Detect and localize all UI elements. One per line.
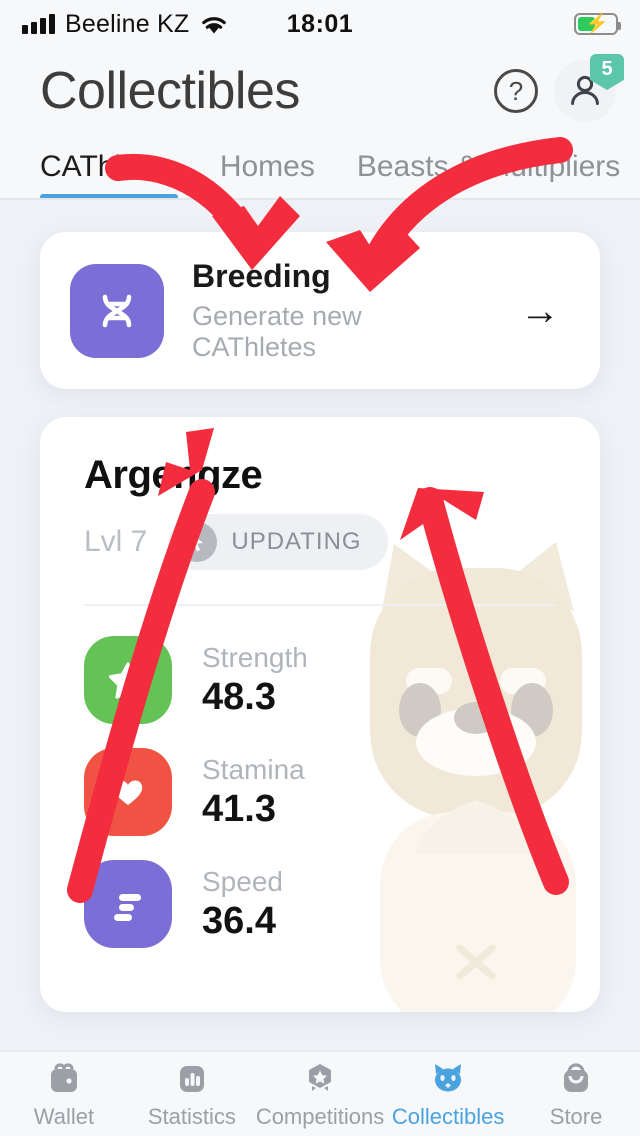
breeding-title: Breeding [192,258,331,294]
bar-chart-icon [179,1066,204,1092]
cathlete-card[interactable]: Argengze Lvl 7 UPDATING Strength 48.3 St… [40,417,600,1012]
nav-label: Wallet [33,1104,95,1129]
app-screen: Beeline KZ 18:01 ⚡ Collectibles ? 5 CATh… [0,0,640,1136]
tab-bar: CAThletes Homes Beasts & Multipliers [0,132,640,200]
breeding-card[interactable]: Breeding Generate new CAThletes → [40,232,600,389]
nav-label: Statistics [147,1104,236,1129]
stat-value: 48.3 [202,675,276,718]
stat-label: Speed [202,865,283,897]
cathlete-meta: Lvl 7 UPDATING [84,514,556,570]
breeding-subtitle: Generate new CAThletes [192,301,362,362]
heart-icon [84,748,172,836]
page-title: Collectibles [40,62,300,120]
cathlete-header: Argengze Lvl 7 UPDATING [40,453,600,570]
stat-value: 41.3 [202,787,276,830]
status-badge-label: UPDATING [231,528,362,555]
nav-item-competitions[interactable]: Competitions [256,1058,384,1130]
nav-label: Collectibles [391,1104,505,1129]
nav-item-store[interactable]: Store [512,1058,640,1130]
tab-beasts-multipliers[interactable]: Beasts & Multipliers [357,150,620,198]
help-icon[interactable]: ? [494,69,538,113]
wallet-icon [50,1063,77,1092]
stat-row: Stamina 41.3 [84,748,556,836]
medal-star-icon [309,1064,331,1091]
battery-charging-icon: ⚡ [574,13,621,35]
cat-face-icon [435,1064,462,1092]
stat-row: Speed 36.4 [84,860,556,948]
speed-lines-icon [84,860,172,948]
stat-row: Strength 48.3 [84,636,556,724]
cathlete-level: Lvl 7 [84,525,148,558]
help-icon-label: ? [508,75,524,106]
nav-item-wallet[interactable]: Wallet [0,1058,128,1130]
nav-item-statistics[interactable]: Statistics [128,1058,256,1130]
stat-text: Stamina 41.3 [202,754,305,831]
stat-label: Strength [202,641,308,673]
header-actions: ? 5 [494,54,624,122]
stats-list: Strength 48.3 Stamina 41.3 Speed 36.4 [40,606,600,1012]
nav-label: Store [549,1104,603,1129]
stat-text: Strength 48.3 [202,642,308,719]
clock-label: 18:01 [286,9,354,38]
tab-homes[interactable]: Homes [220,150,315,198]
main-content: Breeding Generate new CAThletes → Argeng… [0,200,640,1012]
status-badge: UPDATING [169,514,388,570]
cursor-pointer-icon [177,522,218,562]
breeding-card-text: Breeding Generate new CAThletes [192,258,492,363]
cathlete-name: Argengze [84,453,263,497]
stat-label: Stamina [202,753,305,785]
profile-button[interactable]: 5 [554,54,624,122]
stat-value: 36.4 [202,899,276,942]
nav-label: Competitions [255,1104,385,1129]
shopping-bag-icon [564,1063,589,1092]
tab-cathletes[interactable]: CAThletes [40,150,178,198]
status-bar-right: ⚡ [574,13,621,35]
arrow-right-icon[interactable]: → [520,291,570,331]
bottom-navigation: Wallet Statistics Competitions Collectib… [0,1050,640,1136]
page-header: Collectibles ? 5 [0,48,640,132]
nav-item-collectibles[interactable]: Collectibles [384,1058,512,1130]
star-icon [84,636,172,724]
stat-text: Speed 36.4 [202,866,283,943]
dna-icon [70,263,164,358]
status-bar: Beeline KZ 18:01 ⚡ [0,0,640,48]
